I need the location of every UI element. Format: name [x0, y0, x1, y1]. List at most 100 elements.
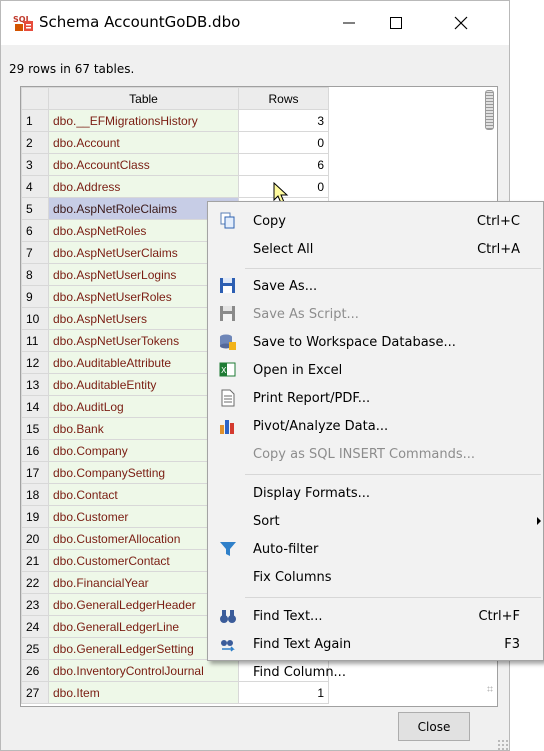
row-number-cell[interactable]: 12 — [21, 351, 49, 374]
window-title: Schema AccountGoDB.dbo — [39, 13, 241, 31]
floppy-disk-icon — [220, 278, 235, 293]
filter-funnel-icon — [220, 542, 236, 556]
document-icon — [221, 389, 235, 407]
menu-item-label: Sort — [253, 513, 280, 529]
row-number-cell[interactable]: 20 — [21, 527, 49, 550]
menu-item-label: Save to Workspace Database... — [253, 334, 456, 350]
row-number-cell[interactable]: 22 — [21, 571, 49, 594]
table-name-cell[interactable]: dbo.__EFMigrationsHistory — [48, 109, 239, 132]
minimize-button[interactable] — [326, 1, 372, 45]
grid-header-row: Table Rows — [21, 87, 329, 110]
menu-item-shortcut: Ctrl+C — [476, 213, 520, 229]
menu-item-find-text-again[interactable]: Find Text Again F3 — [208, 630, 543, 658]
row-number-cell[interactable]: 18 — [21, 483, 49, 506]
menu-item-copy-as-sql-insert-commands: Copy as SQL INSERT Commands... — [208, 440, 543, 468]
menu-item-label: Display Formats... — [253, 485, 371, 501]
table-row[interactable]: 1 dbo.__EFMigrationsHistory 3 — [21, 109, 329, 132]
database-save-icon — [220, 334, 236, 350]
row-number-cell[interactable]: 15 — [21, 417, 49, 440]
row-number-cell[interactable]: 16 — [21, 439, 49, 462]
table-name-cell[interactable]: dbo.Account — [48, 131, 239, 154]
menu-item-label: Copy — [253, 213, 286, 229]
menu-item-label: Save As... — [253, 278, 318, 294]
row-number-cell[interactable]: 6 — [21, 219, 49, 242]
menu-item-label: Select All — [253, 241, 314, 257]
menu-item-print-report-pdf[interactable]: Print Report/PDF... — [208, 384, 543, 412]
row-number-cell[interactable]: 7 — [21, 241, 49, 264]
title-bar[interactable]: SQL Schema AccountGoDB.dbo — [1, 1, 509, 45]
close-button[interactable]: Close — [398, 712, 470, 741]
row-number-cell[interactable]: 13 — [21, 373, 49, 396]
table-row[interactable]: 3 dbo.AccountClass 6 — [21, 153, 329, 176]
menu-item-shortcut: Ctrl+A — [477, 241, 520, 257]
row-number-header[interactable] — [21, 87, 49, 110]
menu-item-label: Save As Script... — [253, 306, 359, 322]
find-again-icon — [221, 640, 235, 652]
row-number-cell[interactable]: 5 — [21, 197, 49, 220]
menu-item-label: Fix Columns — [253, 569, 332, 585]
menu-item-save-as[interactable]: Save As... — [208, 272, 543, 300]
table-row[interactable]: 2 dbo.Account 0 — [21, 131, 329, 154]
row-number-cell[interactable]: 11 — [21, 329, 49, 352]
row-number-cell[interactable]: 23 — [21, 593, 49, 616]
menu-item-label: Find Text Again — [253, 636, 352, 652]
menu-item-label: Auto-filter — [253, 541, 319, 557]
table-name-cell[interactable]: dbo.AccountClass — [48, 153, 239, 176]
row-number-cell[interactable]: 9 — [21, 285, 49, 308]
row-number-cell[interactable]: 26 — [21, 659, 49, 682]
menu-item-label: Find Text... — [253, 608, 323, 624]
menu-item-select-all[interactable]: Select All Ctrl+A — [208, 235, 543, 263]
menu-item-auto-filter[interactable]: Auto-filter — [208, 535, 543, 563]
row-number-cell[interactable]: 17 — [21, 461, 49, 484]
menu-item-save-to-workspace-database[interactable]: Save to Workspace Database... — [208, 328, 543, 356]
row-count-cell[interactable]: 3 — [238, 109, 329, 132]
maximize-button[interactable] — [373, 1, 419, 45]
menu-separator — [245, 474, 541, 475]
row-number-cell[interactable]: 27 — [21, 681, 49, 704]
rows-column-header[interactable]: Rows — [238, 87, 329, 110]
resize-grip[interactable] — [497, 739, 509, 750]
close-icon — [454, 16, 468, 30]
copy-icon — [220, 212, 235, 229]
row-number-cell[interactable]: 19 — [21, 505, 49, 528]
menu-item-open-in-excel[interactable]: X Open in Excel — [208, 356, 543, 384]
row-number-cell[interactable]: 10 — [21, 307, 49, 330]
minimize-icon — [343, 22, 355, 24]
menu-item-display-formats[interactable]: Display Formats... — [208, 479, 543, 507]
row-number-cell[interactable]: 4 — [21, 175, 49, 198]
menu-item-save-as-script: Save As Script... — [208, 300, 543, 328]
menu-item-fix-columns[interactable]: Fix Columns — [208, 563, 543, 591]
menu-separator — [245, 597, 541, 598]
maximize-icon — [390, 17, 402, 29]
context-menu: Copy Ctrl+C Select All Ctrl+A Save As... Save… — [207, 201, 544, 680]
menu-item-label: Copy as SQL INSERT Commands... — [253, 446, 476, 462]
row-number-cell[interactable]: 21 — [21, 549, 49, 572]
table-column-header[interactable]: Table — [48, 87, 239, 110]
menu-item-label: Open in Excel — [253, 362, 343, 378]
row-count-cell[interactable]: 0 — [238, 131, 329, 154]
sql-app-icon: SQL — [13, 15, 33, 31]
row-number-cell[interactable]: 24 — [21, 615, 49, 638]
svg-text:X: X — [221, 366, 227, 375]
menu-item-find-text[interactable]: Find Text... Ctrl+F — [208, 602, 543, 630]
submenu-arrow-icon — [537, 517, 541, 525]
save-script-icon — [220, 306, 235, 321]
row-count-cell[interactable]: 6 — [238, 153, 329, 176]
row-number-cell[interactable]: 2 — [21, 131, 49, 154]
row-number-cell[interactable]: 8 — [21, 263, 49, 286]
row-count-summary: 29 rows in 67 tables. — [9, 62, 135, 76]
scrollbar-grip-dots-bottom — [487, 686, 493, 692]
menu-item-find-column[interactable]: Find Column... — [208, 658, 543, 686]
binoculars-icon — [220, 610, 236, 623]
row-number-cell[interactable]: 14 — [21, 395, 49, 418]
row-number-cell[interactable]: 1 — [21, 109, 49, 132]
menu-item-copy[interactable]: Copy Ctrl+C — [208, 207, 543, 235]
menu-item-sort[interactable]: Sort — [208, 507, 543, 535]
table-name-cell[interactable]: dbo.Address — [48, 175, 239, 198]
vertical-scrollbar-thumb[interactable] — [485, 90, 494, 130]
excel-icon: X — [219, 362, 236, 377]
row-number-cell[interactable]: 25 — [21, 637, 49, 660]
menu-item-pivot-analyze-data[interactable]: Pivot/Analyze Data... — [208, 412, 543, 440]
row-number-cell[interactable]: 3 — [21, 153, 49, 176]
close-window-button[interactable] — [438, 1, 484, 45]
